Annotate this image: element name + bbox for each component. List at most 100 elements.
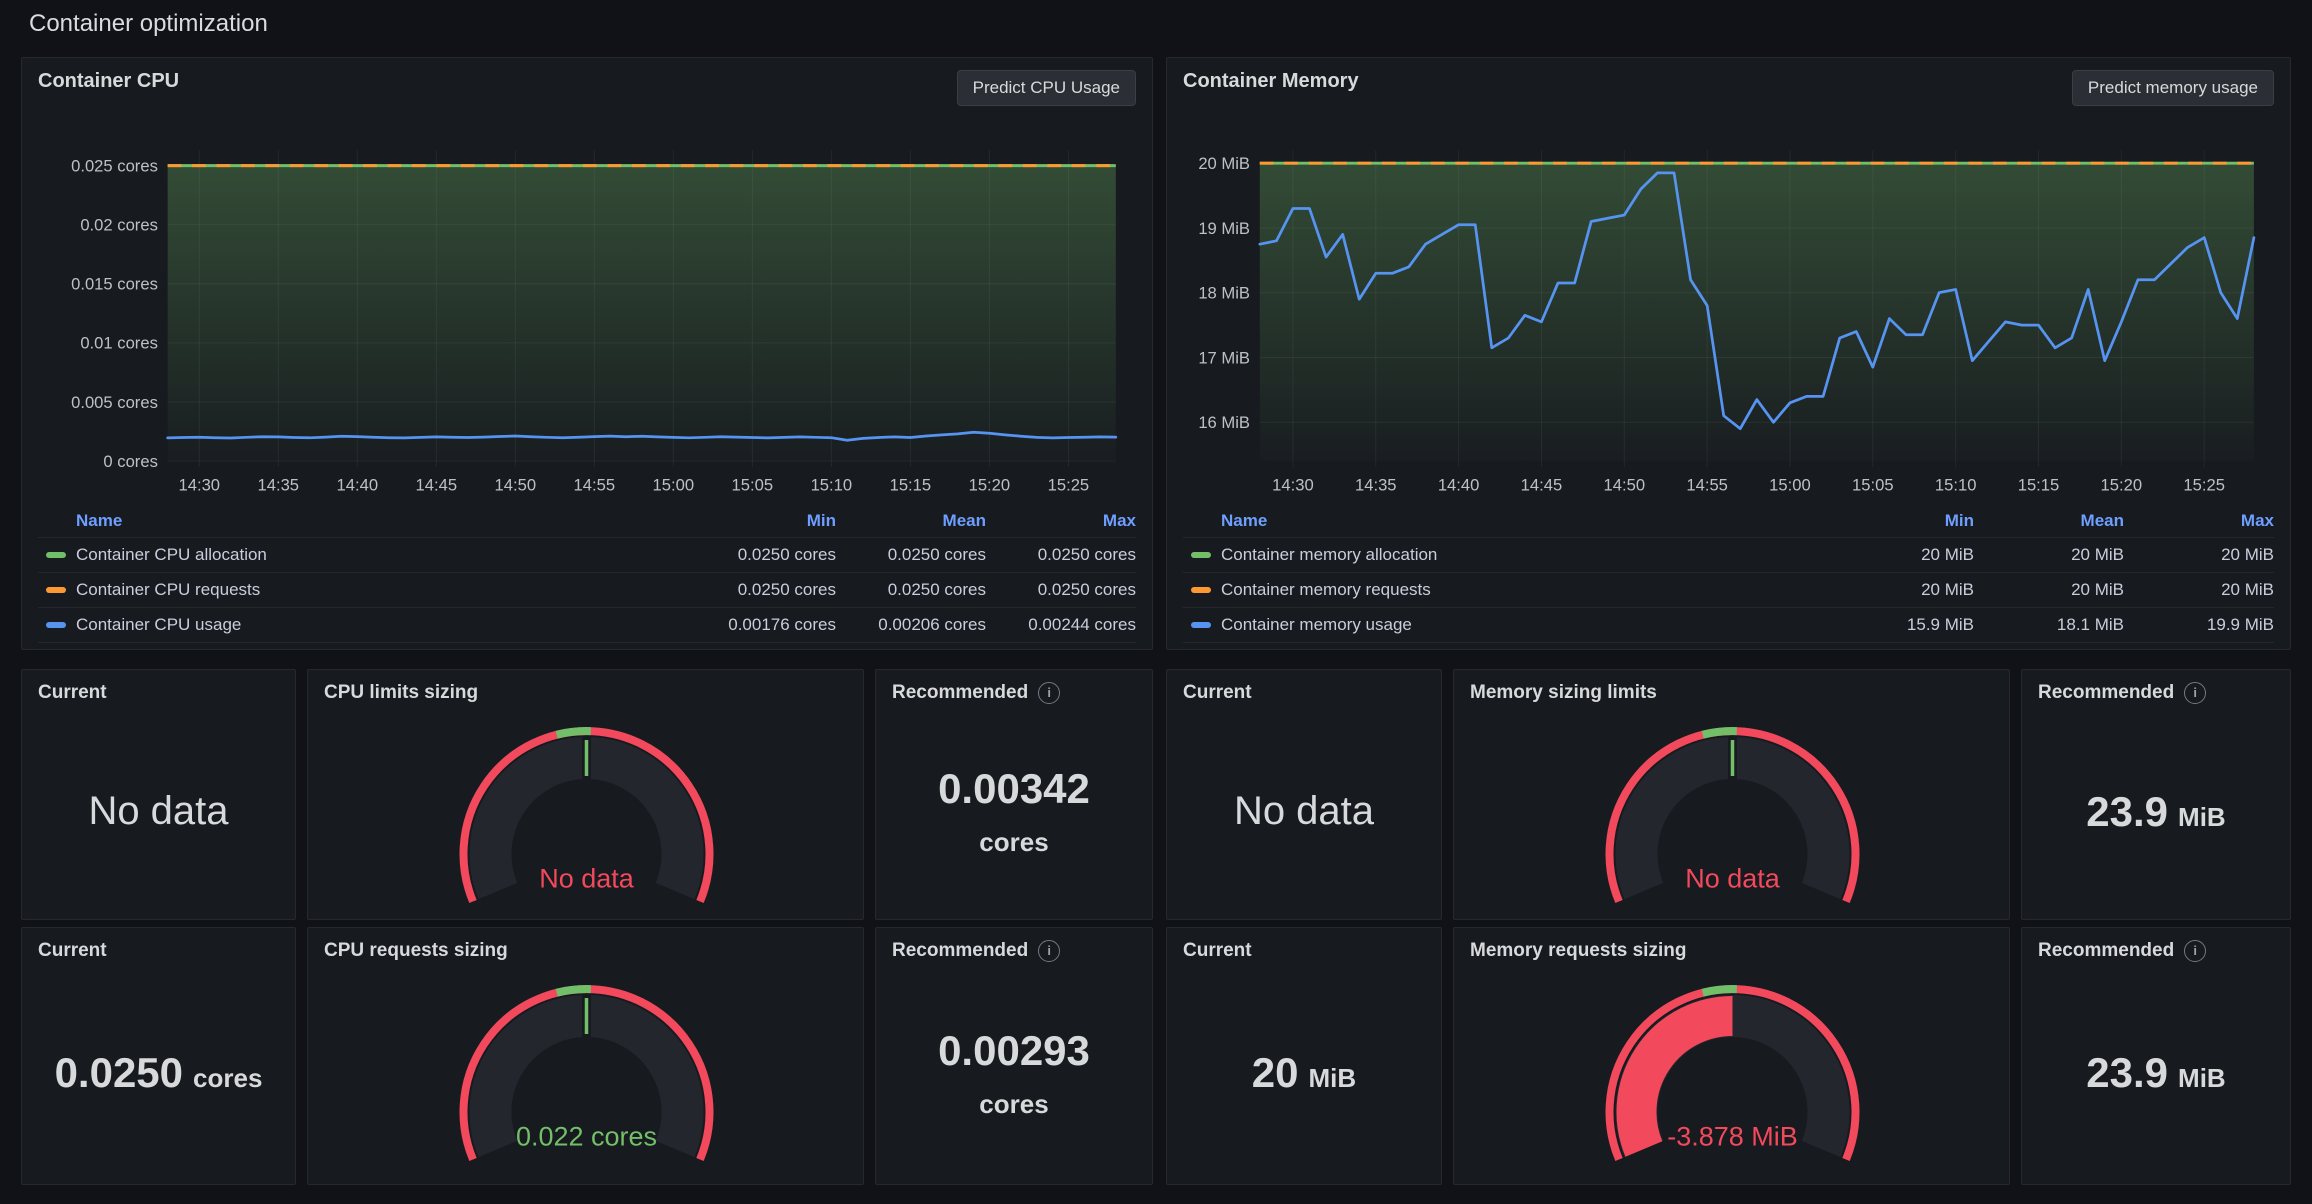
page-title: Container optimization [29, 10, 2290, 38]
gauge-value-label: -3.878 MiB [1667, 1121, 1798, 1151]
cpu-legend: NameMinMeanMaxContainer CPU allocation0.… [38, 504, 1136, 643]
legend-row[interactable]: Container CPU usage0.00176 cores0.00206 … [38, 608, 1136, 643]
panel-title[interactable]: CPU requests sizing [308, 928, 863, 962]
info-icon[interactable]: i [1038, 940, 1060, 962]
svg-text:14:30: 14:30 [178, 475, 220, 494]
gauge-value-label: No data [539, 863, 635, 893]
panel-title-text: Memory requests sizing [1470, 940, 1686, 962]
cpu-time-series-chart[interactable]: 0 cores0.005 cores0.01 cores0.015 cores0… [38, 117, 1136, 504]
stat-unit: MiB [2178, 1063, 2226, 1094]
legend-row[interactable]: Container memory requests20 MiB20 MiB20 … [1183, 573, 2274, 608]
allocation-fill-area [168, 166, 1116, 461]
container-memory-panel: Container Memory Predict memory usage 16… [1166, 57, 2291, 650]
series-label: Container memory usage [1221, 615, 1412, 635]
legend-header-max[interactable]: Max [2124, 511, 2274, 531]
svg-text:0.01 cores: 0.01 cores [80, 334, 158, 353]
stat-unit: cores [979, 827, 1048, 858]
panel-title[interactable]: Current [22, 928, 295, 962]
memory-requests-current-panel: Current 20 MiB [1166, 927, 1442, 1185]
info-icon[interactable]: i [2184, 940, 2206, 962]
svg-text:14:55: 14:55 [1686, 475, 1728, 494]
legend-series-name[interactable]: Container CPU allocation [38, 545, 686, 565]
panel-title[interactable]: Memory sizing limits [1454, 670, 2009, 704]
svg-text:15:10: 15:10 [811, 475, 853, 494]
panel-title[interactable]: Recommended i [2022, 670, 2290, 704]
legend-header-mean[interactable]: Mean [836, 511, 986, 531]
legend-header-name[interactable]: Name [1183, 511, 1824, 531]
legend-min-value: 20 MiB [1824, 580, 1974, 600]
svg-text:15:00: 15:00 [1769, 475, 1811, 494]
legend-row[interactable]: Container memory allocation20 MiB20 MiB2… [1183, 538, 2274, 573]
stat-unit: MiB [2178, 802, 2226, 833]
panel-title[interactable]: Recommended i [876, 670, 1152, 704]
predict-cpu-usage-button[interactable]: Predict CPU Usage [957, 70, 1136, 106]
series-label: Container memory requests [1221, 580, 1431, 600]
series-color-swatch [1191, 622, 1211, 628]
legend-series-name[interactable]: Container memory allocation [1183, 545, 1824, 565]
legend-header-max[interactable]: Max [986, 511, 1136, 531]
svg-text:15:05: 15:05 [732, 475, 774, 494]
legend-mean-value: 0.0250 cores [836, 545, 986, 565]
panel-title[interactable]: Current [22, 670, 295, 704]
gauge-threshold-arc-green [557, 989, 591, 993]
legend-series-name[interactable]: Container memory usage [1183, 615, 1824, 635]
legend-max-value: 20 MiB [2124, 545, 2274, 565]
panel-title[interactable]: CPU limits sizing [308, 670, 863, 704]
legend-header-min[interactable]: Min [1824, 511, 1974, 531]
legend-series-name[interactable]: Container CPU usage [38, 615, 686, 635]
panel-title[interactable]: Current [1167, 928, 1441, 962]
stat-value: 0.00342 cores [876, 704, 1152, 919]
stat-number: 20 [1252, 1049, 1299, 1097]
legend-series-name[interactable]: Container CPU requests [38, 580, 686, 600]
memory-sizing-limits-gauge-panel: Memory sizing limits No data [1453, 669, 2010, 920]
gauge-value-label: 0.022 cores [516, 1121, 657, 1151]
panel-title-text: Memory sizing limits [1470, 682, 1657, 704]
memory-time-series-chart[interactable]: 16 MiB17 MiB18 MiB19 MiB20 MiB14:3014:35… [1183, 117, 2274, 504]
legend-header-name[interactable]: Name [38, 511, 686, 531]
panel-title[interactable]: Current [1167, 670, 1441, 704]
legend-header-row[interactable]: NameMinMeanMax [38, 504, 1136, 538]
legend-min-value: 0.0250 cores [686, 545, 836, 565]
memory-limits-gauge: No data [1454, 704, 2011, 910]
legend-header-row[interactable]: NameMinMeanMax [1183, 504, 2274, 538]
stat-unit: cores [193, 1063, 262, 1094]
legend-mean-value: 0.0250 cores [836, 580, 986, 600]
panel-title-text: Current [38, 682, 107, 704]
panel-title[interactable]: Recommended i [2022, 928, 2290, 962]
panel-title[interactable]: Memory requests sizing [1454, 928, 2009, 962]
info-icon[interactable]: i [1038, 682, 1060, 704]
svg-text:14:30: 14:30 [1272, 475, 1314, 494]
svg-text:0.025 cores: 0.025 cores [71, 156, 158, 175]
predict-memory-usage-button[interactable]: Predict memory usage [2072, 70, 2274, 106]
panel-title-text: Recommended [892, 940, 1028, 962]
stat-number: 0.00342 [938, 765, 1090, 813]
dashboard: Container CPU Predict CPU Usage 0 cores0… [21, 57, 2290, 1185]
legend-max-value: 20 MiB [2124, 580, 2274, 600]
info-icon[interactable]: i [2184, 682, 2206, 704]
svg-text:15:15: 15:15 [2018, 475, 2060, 494]
panel-title-text: Recommended [2038, 940, 2174, 962]
memory-section: Container Memory Predict memory usage 16… [1166, 57, 2291, 1185]
legend-series-name[interactable]: Container memory requests [1183, 580, 1824, 600]
legend-header-min[interactable]: Min [686, 511, 836, 531]
legend-min-value: 0.00176 cores [686, 615, 836, 635]
panel-title-text: CPU limits sizing [324, 682, 478, 704]
svg-text:14:35: 14:35 [1355, 475, 1397, 494]
cpu-requests-sizing-gauge-panel: CPU requests sizing 0.022 cores [307, 927, 864, 1185]
stat-number: 0.00293 [938, 1027, 1090, 1075]
container-cpu-panel-title[interactable]: Container CPU [38, 70, 179, 93]
legend-min-value: 15.9 MiB [1824, 615, 1974, 635]
legend-header-mean[interactable]: Mean [1974, 511, 2124, 531]
cpu-requests-gauge: 0.022 cores [308, 962, 865, 1168]
legend-row[interactable]: Container CPU allocation0.0250 cores0.02… [38, 538, 1136, 573]
cpu-limits-current-panel: Current No data [21, 669, 296, 920]
series-label: Container CPU usage [76, 615, 241, 635]
gauge-threshold-arc-green [557, 731, 591, 735]
gauge-threshold-arc-green [1703, 731, 1737, 735]
container-memory-panel-title[interactable]: Container Memory [1183, 70, 1359, 93]
legend-max-value: 0.0250 cores [986, 580, 1136, 600]
panel-title[interactable]: Recommended i [876, 928, 1152, 962]
legend-row[interactable]: Container memory usage15.9 MiB18.1 MiB19… [1183, 608, 2274, 643]
legend-row[interactable]: Container CPU requests 0.0250 cores0.0250… [38, 573, 1136, 608]
panel-title-text: Current [1183, 940, 1252, 962]
